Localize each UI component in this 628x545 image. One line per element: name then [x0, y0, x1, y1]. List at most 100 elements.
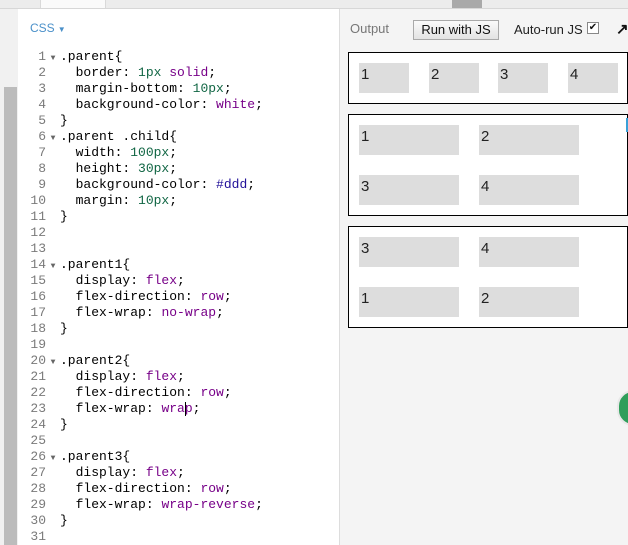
code-line[interactable]: 12: [18, 225, 338, 241]
code-line[interactable]: 27 display: flex;: [18, 465, 338, 481]
code-token: height: [60, 161, 123, 176]
editor-scrollbar-track[interactable]: [0, 9, 18, 545]
code-line[interactable]: 28 flex-direction: row;: [18, 481, 338, 497]
code-line[interactable]: 9 background-color: #ddd;: [18, 177, 338, 193]
active-tab[interactable]: [40, 0, 106, 8]
code-token: margin: [60, 193, 123, 208]
code-token: flex-wrap: [60, 497, 146, 512]
caret-down-icon: ▼: [57, 25, 66, 34]
code-line[interactable]: 31: [18, 529, 338, 545]
code-token: ;: [192, 401, 201, 416]
code-token: :: [130, 465, 146, 480]
line-number: 26: [30, 449, 46, 464]
code-line[interactable]: 17 flex-wrap: no-wrap;: [18, 305, 338, 321]
code-token: 30px: [138, 161, 170, 176]
code-token: flex: [145, 369, 178, 384]
run-with-js-button[interactable]: Run with JS: [413, 20, 499, 40]
code-token: solid: [161, 65, 209, 80]
code-line[interactable]: 18}: [18, 321, 338, 337]
code-line[interactable]: 20 ▼ .parent2{: [18, 353, 338, 369]
line-number: 11: [30, 209, 46, 224]
line-number: 14: [30, 257, 46, 272]
code-token: ;: [223, 289, 232, 304]
code-token: ;: [177, 369, 185, 384]
line-number: 18: [30, 321, 46, 336]
code-line[interactable]: 16 flex-direction: row;: [18, 289, 338, 305]
code-token: ;: [208, 65, 217, 80]
code-line[interactable]: 7 width: 100px;: [18, 145, 338, 161]
code-token: flex: [145, 465, 178, 480]
code-line[interactable]: 23 flex-wrap: wrap;: [18, 401, 338, 417]
language-selector[interactable]: CSS ▼: [30, 21, 66, 35]
code-token: no-wrap: [161, 305, 217, 320]
code-token: :: [177, 81, 193, 96]
code-token: ;: [255, 497, 263, 512]
code-line[interactable]: 4 background-color: white;: [18, 97, 338, 113]
line-number: 1: [38, 49, 46, 64]
line-number: 19: [30, 337, 46, 352]
code-token: .parent{: [60, 49, 123, 64]
code-line[interactable]: 10 margin: 10px;: [18, 193, 338, 209]
code-line[interactable]: 21 display: flex;: [18, 369, 338, 385]
code-line[interactable]: 5}: [18, 113, 338, 129]
line-number: 17: [30, 305, 46, 320]
code-line[interactable]: 14 ▼ .parent1{: [18, 257, 338, 273]
code-line[interactable]: 30}: [18, 513, 338, 529]
output-panel: Output Run with JS Auto-run JS ✔ ↗ 1 2 3…: [340, 9, 628, 545]
code-line[interactable]: 13: [18, 241, 338, 257]
parent2-box: 1 2 3 4: [348, 114, 628, 216]
code-token: :: [122, 65, 139, 80]
code-line[interactable]: 24}: [18, 417, 338, 433]
code-token: white: [216, 97, 256, 112]
code-token: ;: [169, 161, 178, 176]
autorun-checkbox[interactable]: ✔: [587, 22, 599, 34]
code-line[interactable]: 15 display: flex;: [18, 273, 338, 289]
code-line[interactable]: 6 ▼ .parent .child{: [18, 129, 338, 145]
expand-icon[interactable]: ↗: [616, 20, 628, 38]
css-editor-panel[interactable]: CSS ▼ 1 ▼ .parent{2 border: 1px solid; 3 mar…: [0, 9, 340, 545]
code-token: }: [60, 513, 68, 528]
line-number: 12: [30, 225, 46, 240]
code-token: :: [122, 161, 139, 176]
code-token: row: [200, 289, 224, 304]
code-line[interactable]: 25: [18, 433, 338, 449]
child-box: 2: [479, 287, 579, 317]
code-token: 10px: [138, 193, 170, 208]
child-box: 3: [498, 63, 548, 93]
code-token: :: [200, 97, 217, 112]
line-number: 22: [30, 385, 46, 400]
code-token: ;: [223, 481, 232, 496]
code-token: :: [184, 481, 201, 496]
code-line[interactable]: 3 margin-bottom: 10px;: [18, 81, 338, 97]
code-token: background-color: [60, 97, 201, 112]
code-line[interactable]: 19: [18, 337, 338, 353]
code-line[interactable]: 2 border: 1px solid;: [18, 65, 338, 81]
code-token: row: [200, 481, 224, 496]
code-token: ;: [223, 81, 232, 96]
line-number: 15: [30, 273, 46, 288]
line-number: 7: [38, 145, 46, 160]
code-token: ;: [169, 193, 178, 208]
code-line[interactable]: 22 flex-direction: row;: [18, 385, 338, 401]
code-line[interactable]: 1 ▼ .parent{: [18, 49, 338, 65]
code-token: :: [130, 273, 146, 288]
line-number: 16: [30, 289, 46, 304]
code-token: ;: [247, 177, 256, 192]
line-number: 30: [30, 513, 46, 528]
code-line[interactable]: 29 flex-wrap: wrap-reverse;: [18, 497, 338, 513]
code-token: wrap-reverse: [161, 497, 256, 512]
code-area[interactable]: 1 ▼ .parent{2 border: 1px solid; 3 margin-b…: [18, 49, 338, 545]
code-token: ;: [216, 305, 224, 320]
code-line[interactable]: 26 ▼ .parent3{: [18, 449, 338, 465]
code-token: ;: [169, 145, 178, 160]
editor-scrollbar-thumb[interactable]: [4, 87, 17, 545]
code-token: flex-direction: [60, 289, 185, 304]
code-line[interactable]: 8 height: 30px;: [18, 161, 338, 177]
code-token: row: [200, 385, 224, 400]
panel-resize-handle[interactable]: [452, 0, 482, 8]
code-token: p: [184, 401, 193, 416]
code-line[interactable]: 11}: [18, 209, 338, 225]
code-token: .parent1{: [60, 257, 131, 272]
line-number: 28: [30, 481, 46, 496]
code-token: flex-direction: [60, 481, 185, 496]
